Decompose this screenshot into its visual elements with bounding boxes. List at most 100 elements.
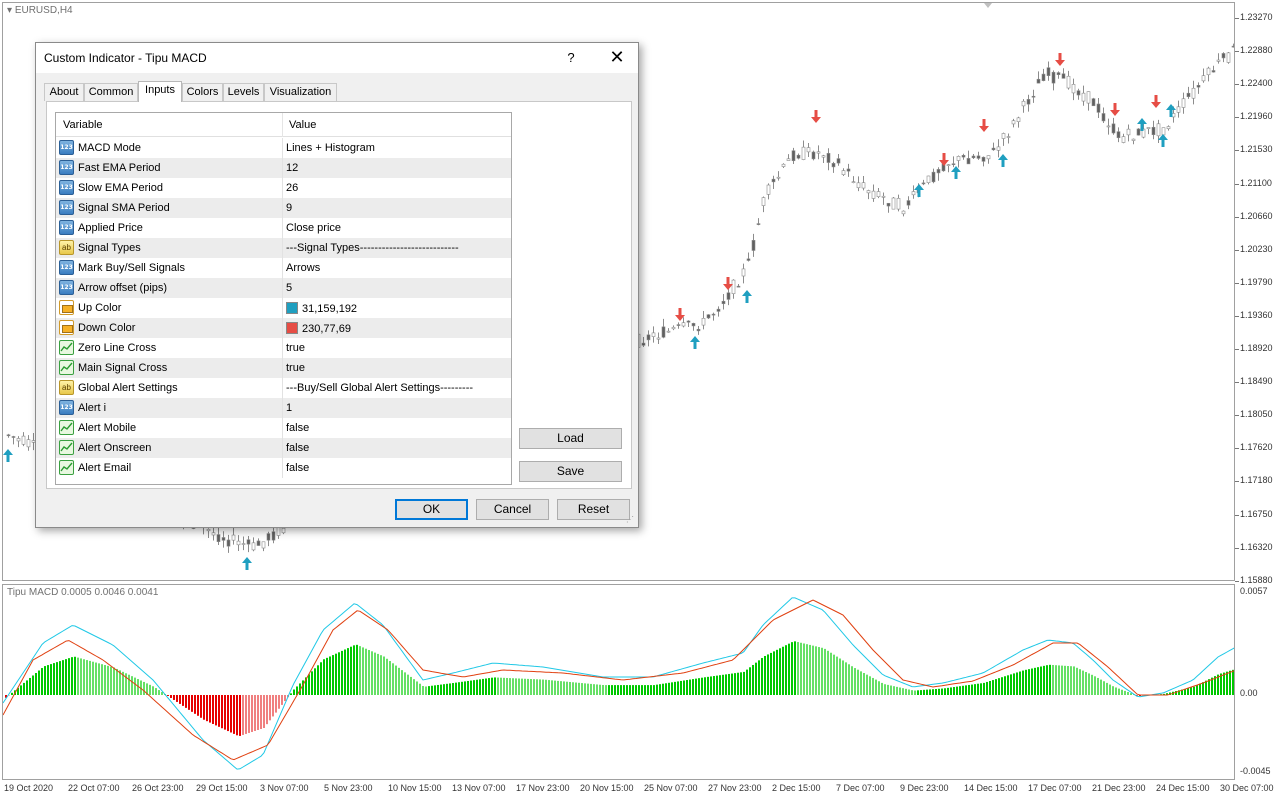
grid-row[interactable]: 123 Alert i 1 — [56, 398, 511, 418]
variable-name: Applied Price — [78, 222, 143, 234]
histogram-bar — [68, 658, 70, 695]
close-button[interactable]: ✕ — [600, 45, 634, 71]
histogram-bar — [764, 655, 766, 695]
grid-row[interactable]: 123 Applied Price Close price — [56, 218, 511, 238]
candle-body — [931, 171, 936, 183]
variable-value[interactable]: 12 — [286, 162, 298, 174]
color-swatch[interactable] — [286, 322, 298, 334]
collapse-triangle-icon[interactable]: ▾ — [7, 5, 15, 16]
variable-value[interactable]: 5 — [286, 282, 292, 294]
header-variable[interactable]: Variable — [63, 119, 103, 131]
histogram-bar — [524, 678, 526, 695]
histogram-bar — [332, 655, 334, 695]
price-tick-label: 1.21100 — [1240, 177, 1272, 188]
indicator-pane[interactable]: Tipu MACD 0.0005 0.0046 0.0041 — [2, 584, 1235, 780]
reset-button[interactable]: Reset — [557, 499, 630, 520]
histogram-bar — [908, 689, 910, 695]
price-tick-label: 1.15880 — [1240, 574, 1273, 585]
variable-value[interactable]: ---Signal Types-------------------------… — [286, 242, 459, 254]
dialog-titlebar[interactable]: Custom Indicator - Tipu MACD ? ✕ — [36, 43, 638, 73]
variable-value[interactable]: Lines + Histogram — [286, 142, 375, 154]
histogram-bar — [1016, 672, 1018, 695]
histogram-bar — [872, 677, 874, 695]
histogram-bar — [839, 658, 841, 695]
variable-value[interactable]: false — [286, 442, 309, 454]
price-tick-mark — [1235, 514, 1239, 516]
grid-row[interactable]: Main Signal Cross true — [56, 358, 511, 378]
histogram-bar — [32, 675, 34, 695]
grid-row[interactable]: 123 Slow EMA Period 26 — [56, 178, 511, 198]
ok-button[interactable]: OK — [395, 499, 468, 520]
header-value[interactable]: Value — [289, 119, 316, 131]
histogram-bar — [722, 674, 724, 695]
tab-visualization[interactable]: Visualization — [264, 83, 337, 101]
cancel-button[interactable]: Cancel — [476, 499, 549, 520]
grid-row[interactable]: Up Color 31,159,192 — [56, 298, 511, 318]
save-button[interactable]: Save — [519, 461, 622, 482]
histogram-bar — [761, 658, 763, 695]
variable-value[interactable]: 1 — [286, 402, 292, 414]
histogram-bar — [182, 695, 184, 706]
time-tick-label: 25 Nov 07:00 — [644, 783, 698, 793]
load-button[interactable]: Load — [519, 428, 622, 449]
candle-body — [861, 182, 866, 189]
inputs-grid[interactable]: Variable Value 123 MACD Mode Lines + Histo… — [55, 112, 512, 485]
color-swatch[interactable] — [286, 302, 298, 314]
candle-body — [261, 541, 266, 549]
candle-body — [686, 320, 691, 323]
help-button[interactable]: ? — [556, 47, 586, 69]
grid-row[interactable]: 123 Fast EMA Period 12 — [56, 158, 511, 178]
variable-value[interactable]: Close price — [286, 222, 341, 234]
histogram-bar — [1202, 682, 1204, 695]
tab-common[interactable]: Common — [84, 83, 138, 101]
resize-grip-icon[interactable]: ⋰ — [626, 515, 636, 525]
price-tick-mark — [1235, 150, 1239, 152]
tab-about[interactable]: About — [44, 83, 84, 101]
histogram-bar — [242, 695, 244, 735]
histogram-bar — [260, 695, 262, 729]
grid-row[interactable]: ab Global Alert Settings ---Buy/Sell Globa… — [56, 378, 511, 398]
histogram-bar — [1082, 670, 1084, 695]
variable-value[interactable]: 9 — [286, 202, 292, 214]
variable-value[interactable]: true — [286, 342, 305, 354]
histogram-bar — [344, 649, 346, 695]
histogram-bar — [62, 660, 64, 695]
variable-value[interactable]: Arrows — [286, 262, 320, 274]
histogram-bar — [737, 672, 739, 695]
histogram-bar — [56, 662, 58, 695]
tab-levels[interactable]: Levels — [223, 83, 264, 101]
grid-row[interactable]: Alert Mobile false — [56, 418, 511, 438]
column-divider — [282, 198, 283, 218]
grid-row[interactable]: ab Signal Types ---Signal Types-----------… — [56, 238, 511, 258]
grid-row[interactable]: Alert Onscreen false — [56, 438, 511, 458]
variable-name: Arrow offset (pips) — [78, 282, 168, 294]
histogram-bar — [794, 641, 796, 695]
header-divider[interactable] — [282, 113, 283, 137]
variable-value[interactable]: 230,77,69 — [286, 322, 351, 335]
grid-row[interactable]: Alert Email false — [56, 458, 511, 478]
tab-inputs[interactable]: Inputs — [138, 81, 182, 102]
variable-value[interactable]: true — [286, 362, 305, 374]
price-tick-mark — [1235, 349, 1239, 350]
tab-colors[interactable]: Colors — [182, 83, 223, 101]
variable-value[interactable]: ---Buy/Sell Global Alert Settings-------… — [286, 382, 473, 394]
candle-body — [1166, 126, 1171, 130]
histogram-bar — [437, 684, 439, 695]
grid-row[interactable]: Zero Line Cross true — [56, 338, 511, 358]
variable-value[interactable]: false — [286, 422, 309, 434]
histogram-bar — [650, 685, 652, 695]
time-axis[interactable]: 19 Oct 2020 22 Oct 07:00 26 Oct 23:00 29 Oc… — [2, 781, 1274, 800]
grid-row[interactable]: 123 Signal SMA Period 9 — [56, 198, 511, 218]
grid-row[interactable]: 123 Arrow offset (pips) 5 — [56, 278, 511, 298]
variable-value[interactable]: false — [286, 462, 309, 474]
grid-row[interactable]: Down Color 230,77,69 — [56, 318, 511, 338]
histogram-bar — [575, 682, 577, 695]
histogram-bar — [416, 681, 418, 695]
variable-value[interactable]: 31,159,192 — [286, 302, 357, 315]
histogram-bar — [356, 644, 358, 695]
variable-value-text: 12 — [286, 162, 299, 174]
grid-row[interactable]: 123 MACD Mode Lines + Histogram — [56, 138, 511, 158]
grid-row[interactable]: 123 Mark Buy/Sell Signals Arrows — [56, 258, 511, 278]
candle-body — [766, 184, 771, 195]
variable-value[interactable]: 26 — [286, 182, 298, 194]
